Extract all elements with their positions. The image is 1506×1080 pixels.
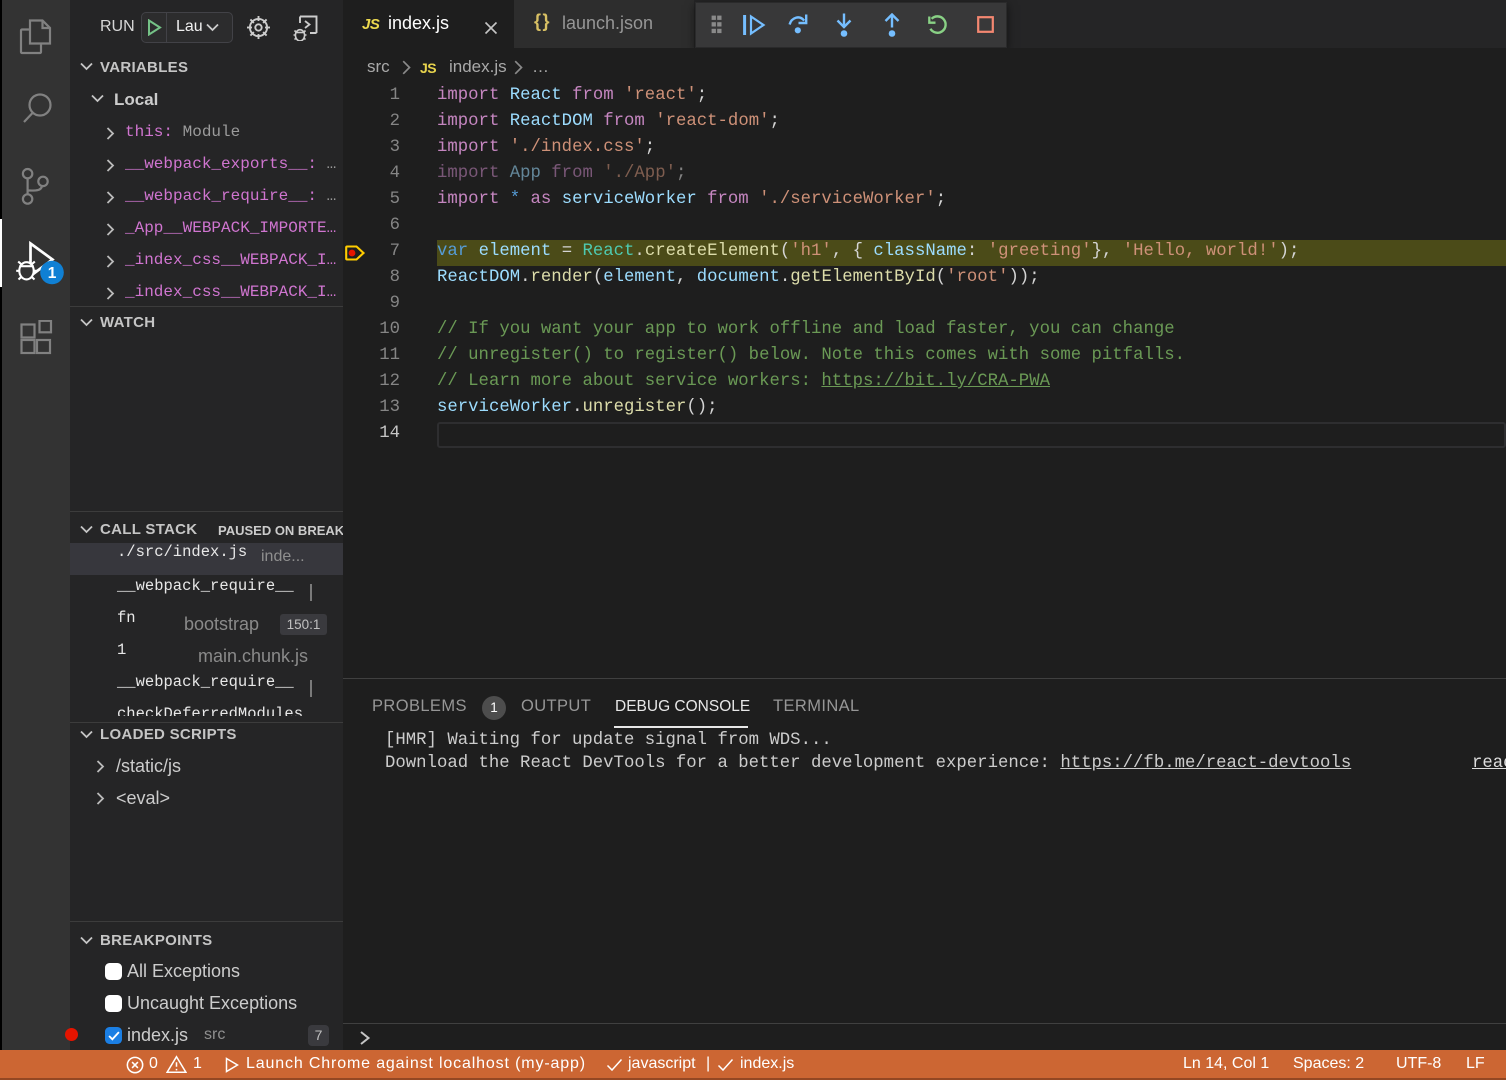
svg-text:1: 1 [48, 265, 57, 282]
